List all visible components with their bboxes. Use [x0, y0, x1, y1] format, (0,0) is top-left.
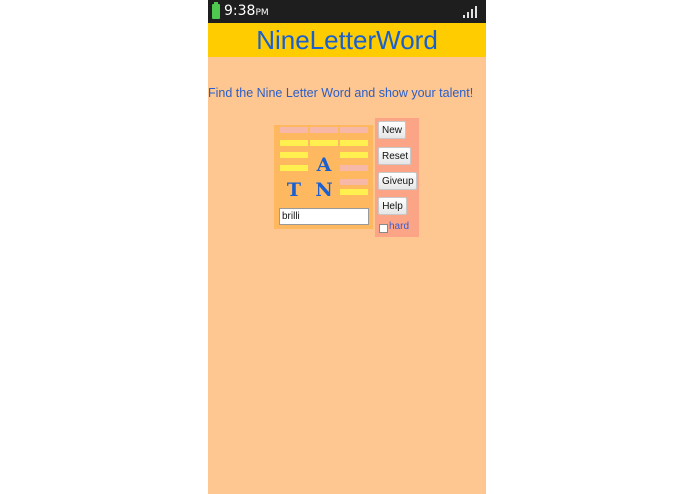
letter-grid: A T N	[278, 125, 370, 203]
instruction-text: Find the Nine Letter Word and show your …	[208, 86, 474, 100]
grid-cell[interactable]: N	[310, 177, 338, 201]
cell-letter: N	[315, 179, 333, 201]
app-title: NineLetterWord	[256, 25, 438, 55]
grid-cell[interactable]	[280, 152, 308, 176]
grid-cell[interactable]: A	[310, 152, 338, 176]
guess-input[interactable]	[279, 208, 369, 225]
grid-cell[interactable]	[280, 127, 308, 151]
phone-screen: 9:38PM NineLetterWord Find the Nine Lett…	[208, 0, 486, 494]
hard-checkbox[interactable]	[379, 224, 388, 233]
status-bar: 9:38PM	[208, 0, 486, 23]
clock-time: 9:38	[224, 3, 256, 19]
new-button[interactable]: New	[378, 121, 406, 139]
battery-icon	[212, 2, 220, 19]
grid-cell[interactable]	[340, 127, 368, 151]
grid-cell[interactable]	[340, 177, 368, 201]
controls-panel: New Reset Giveup Help hard	[375, 118, 419, 237]
clock-ampm: PM	[255, 8, 269, 18]
grid-cell[interactable]: T	[280, 177, 308, 201]
reset-button[interactable]: Reset	[378, 147, 411, 165]
status-clock: 9:38PM	[224, 3, 269, 22]
help-button[interactable]: Help	[378, 197, 407, 215]
cell-letter: A	[316, 154, 332, 176]
grid-cell[interactable]	[310, 127, 338, 151]
giveup-button[interactable]: Giveup	[378, 172, 417, 190]
cell-letter: T	[286, 179, 302, 201]
hard-label: hard	[389, 221, 410, 232]
grid-cell[interactable]	[340, 152, 368, 176]
letter-board: A T N	[274, 125, 373, 229]
signal-bars-icon	[463, 6, 477, 18]
title-bar: NineLetterWord	[208, 23, 486, 57]
